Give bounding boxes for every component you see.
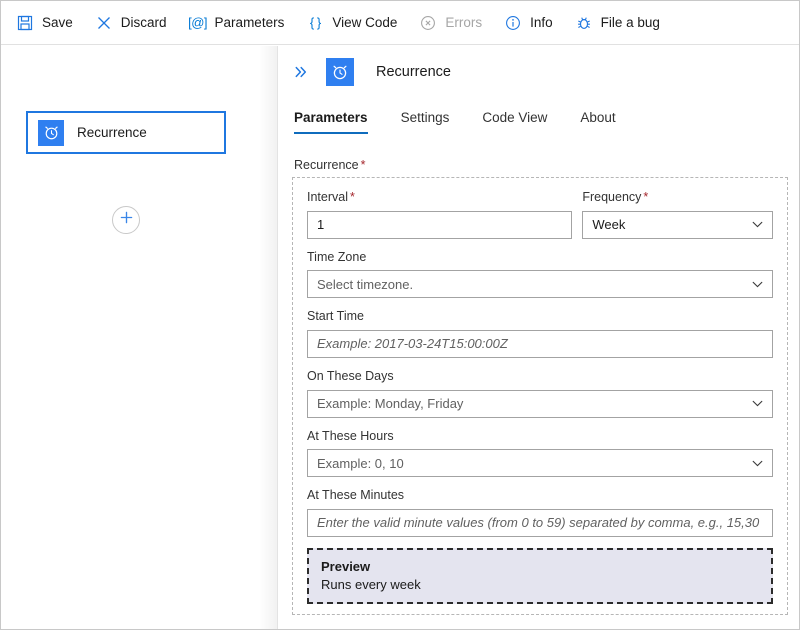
field-at-these-hours: At These Hours Example: 0, 10 [307, 429, 773, 478]
add-step-button[interactable] [112, 206, 140, 234]
time-zone-dropdown[interactable]: Select timezone. [307, 270, 773, 298]
tab-parameters-label: Parameters [294, 110, 368, 125]
toolbar-errors-button: Errors [418, 8, 491, 38]
at-these-hours-placeholder: Example: 0, 10 [317, 456, 404, 471]
time-zone-placeholder: Select timezone. [317, 277, 413, 292]
interval-label-text: Interval [307, 190, 348, 204]
tab-about[interactable]: About [580, 110, 615, 134]
details-panel: Recurrence Parameters Settings Code View… [277, 46, 800, 630]
interval-required-asterisk: * [350, 190, 355, 204]
chevron-double-right-icon[interactable] [290, 61, 312, 83]
toolbar-view-code-label: View Code [332, 16, 397, 30]
chevron-down-icon [750, 397, 764, 411]
interval-value: 1 [317, 217, 324, 232]
panel-header: Recurrence [278, 46, 800, 98]
start-time-label: Start Time [307, 309, 773, 325]
required-asterisk: * [361, 158, 366, 172]
field-at-these-minutes: At These Minutes Enter the valid minute … [307, 488, 773, 537]
toolbar-view-code-button[interactable]: { } View Code [305, 8, 406, 38]
at-these-hours-dropdown[interactable]: Example: 0, 10 [307, 449, 773, 477]
at-these-hours-label: At These Hours [307, 429, 773, 445]
designer-canvas: Recurrence [1, 46, 277, 630]
toolbar-file-a-bug-label: File a bug [601, 16, 660, 30]
preview-title: Preview [321, 559, 759, 574]
panel-header-alarm-clock-icon [326, 58, 354, 86]
at-these-minutes-placeholder: Enter the valid minute values (from 0 to… [317, 515, 759, 530]
recurrence-section-text: Recurrence [294, 158, 359, 172]
chevron-down-icon [750, 456, 764, 470]
canvas-node-recurrence[interactable]: Recurrence [26, 111, 226, 154]
toolbar-parameters-label: Parameters [215, 16, 285, 30]
toolbar-info-button[interactable]: Info [503, 8, 562, 38]
at-these-minutes-input[interactable]: Enter the valid minute values (from 0 to… [307, 509, 773, 537]
toolbar-parameters-button[interactable]: [@] Parameters [188, 8, 294, 38]
preview-text: Runs every week [321, 577, 759, 592]
frequency-label: Frequency* [582, 190, 773, 206]
interval-label: Interval* [307, 190, 572, 206]
info-icon [503, 13, 523, 33]
recurrence-fields-group: Interval* 1 Frequency* Week [292, 177, 788, 615]
at-these-minutes-label: At These Minutes [307, 488, 773, 504]
at-bracket-icon: [@] [188, 13, 208, 33]
on-these-days-label: On These Days [307, 369, 773, 385]
field-frequency: Frequency* Week [582, 190, 773, 239]
chevron-down-icon [750, 218, 764, 232]
frequency-value: Week [592, 217, 625, 232]
preview-panel: Preview Runs every week [307, 548, 773, 604]
interval-input[interactable]: 1 [307, 211, 572, 239]
tab-code-view-label: Code View [482, 110, 547, 125]
toolbar-discard-label: Discard [121, 16, 167, 30]
toolbar-discard-button[interactable]: Discard [94, 8, 176, 38]
frequency-required-asterisk: * [643, 190, 648, 204]
toolbar-save-button[interactable]: Save [15, 8, 82, 38]
field-start-time: Start Time Example: 2017-03-24T15:00:00Z [307, 309, 773, 358]
braces-icon: { } [305, 13, 325, 33]
panel-tabs: Parameters Settings Code View About [294, 102, 649, 134]
on-these-days-placeholder: Example: Monday, Friday [317, 396, 463, 411]
tab-about-label: About [580, 110, 615, 125]
tab-parameters[interactable]: Parameters [294, 110, 368, 134]
app-window: Save Discard [@] Parameters { } View Cod… [0, 0, 800, 630]
error-icon [418, 13, 438, 33]
time-zone-label: Time Zone [307, 250, 773, 266]
toolbar-save-label: Save [42, 16, 73, 30]
frequency-dropdown[interactable]: Week [582, 211, 773, 239]
chevron-down-icon [750, 277, 764, 291]
toolbar-errors-label: Errors [445, 16, 482, 30]
plus-icon [119, 210, 134, 230]
start-time-placeholder: Example: 2017-03-24T15:00:00Z [317, 336, 508, 351]
on-these-days-dropdown[interactable]: Example: Monday, Friday [307, 390, 773, 418]
tab-settings[interactable]: Settings [401, 110, 450, 134]
bug-icon [574, 13, 594, 33]
tab-settings-label: Settings [401, 110, 450, 125]
panel-title: Recurrence [376, 64, 451, 80]
save-icon [15, 13, 35, 33]
field-on-these-days: On These Days Example: Monday, Friday [307, 369, 773, 418]
field-interval: Interval* 1 [307, 190, 572, 239]
tab-code-view[interactable]: Code View [482, 110, 547, 134]
toolbar-file-a-bug-button[interactable]: File a bug [574, 8, 669, 38]
frequency-label-text: Frequency [582, 190, 641, 204]
toolbar-info-label: Info [530, 16, 553, 30]
canvas-node-label: Recurrence [77, 125, 147, 140]
interval-frequency-row: Interval* 1 Frequency* Week [307, 190, 773, 250]
alarm-clock-icon [38, 120, 64, 146]
recurrence-section-label: Recurrence* [294, 158, 366, 172]
field-time-zone: Time Zone Select timezone. [307, 250, 773, 299]
toolbar: Save Discard [@] Parameters { } View Cod… [1, 1, 800, 45]
discard-icon [94, 13, 114, 33]
start-time-input[interactable]: Example: 2017-03-24T15:00:00Z [307, 330, 773, 358]
